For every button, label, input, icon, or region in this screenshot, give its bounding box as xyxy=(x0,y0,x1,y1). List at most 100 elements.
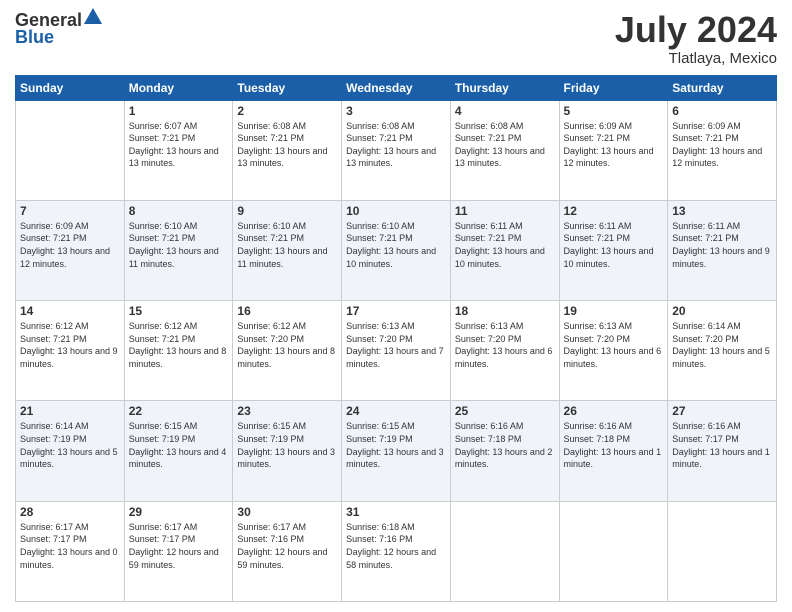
cell-info: Sunrise: 6:16 AMSunset: 7:17 PMDaylight:… xyxy=(672,420,772,470)
sunset-text: Sunset: 7:21 PM xyxy=(20,333,120,346)
sunset-text: Sunset: 7:21 PM xyxy=(129,333,229,346)
day-number: 16 xyxy=(237,304,337,318)
header: General Blue July 2024 Tlatlaya, Mexico xyxy=(15,10,777,67)
cell-info: Sunrise: 6:13 AMSunset: 7:20 PMDaylight:… xyxy=(455,320,555,370)
daylight-text: Daylight: 13 hours and 10 minutes. xyxy=(346,245,446,270)
cell-info: Sunrise: 6:11 AMSunset: 7:21 PMDaylight:… xyxy=(564,220,664,270)
sunset-text: Sunset: 7:19 PM xyxy=(129,433,229,446)
cell-info: Sunrise: 6:13 AMSunset: 7:20 PMDaylight:… xyxy=(346,320,446,370)
col-sunday: Sunday xyxy=(16,75,125,100)
cell-info: Sunrise: 6:09 AMSunset: 7:21 PMDaylight:… xyxy=(564,120,664,170)
cell-info: Sunrise: 6:12 AMSunset: 7:21 PMDaylight:… xyxy=(129,320,229,370)
table-row: 5Sunrise: 6:09 AMSunset: 7:21 PMDaylight… xyxy=(559,100,668,200)
sunrise-text: Sunrise: 6:10 AM xyxy=(129,220,229,233)
sunset-text: Sunset: 7:19 PM xyxy=(346,433,446,446)
sunrise-text: Sunrise: 6:16 AM xyxy=(455,420,555,433)
daylight-text: Daylight: 13 hours and 13 minutes. xyxy=(455,145,555,170)
sunrise-text: Sunrise: 6:08 AM xyxy=(346,120,446,133)
sunset-text: Sunset: 7:21 PM xyxy=(346,132,446,145)
sunrise-text: Sunrise: 6:15 AM xyxy=(237,420,337,433)
sunrise-text: Sunrise: 6:13 AM xyxy=(455,320,555,333)
daylight-text: Daylight: 13 hours and 6 minutes. xyxy=(455,345,555,370)
cell-info: Sunrise: 6:18 AMSunset: 7:16 PMDaylight:… xyxy=(346,521,446,571)
sunset-text: Sunset: 7:21 PM xyxy=(20,232,120,245)
cell-info: Sunrise: 6:16 AMSunset: 7:18 PMDaylight:… xyxy=(455,420,555,470)
calendar-page: General Blue July 2024 Tlatlaya, Mexico … xyxy=(0,0,792,612)
cell-info: Sunrise: 6:12 AMSunset: 7:21 PMDaylight:… xyxy=(20,320,120,370)
daylight-text: Daylight: 13 hours and 11 minutes. xyxy=(237,245,337,270)
daylight-text: Daylight: 13 hours and 13 minutes. xyxy=(346,145,446,170)
calendar-week-5: 28 Sunrise: 6:17 AMSunset: 7:17 PMDayligh… xyxy=(16,501,777,601)
daylight-text: Daylight: 13 hours and 3 minutes. xyxy=(346,446,446,471)
daylight-text: Daylight: 13 hours and 10 minutes. xyxy=(455,245,555,270)
daylight-text: Daylight: 13 hours and 1 minute. xyxy=(564,446,664,471)
table-row: 1Sunrise: 6:07 AMSunset: 7:21 PMDaylight… xyxy=(124,100,233,200)
cell-info: Sunrise: 6:15 AMSunset: 7:19 PMDaylight:… xyxy=(237,420,337,470)
day-number: 12 xyxy=(564,204,664,218)
sunrise-text: Sunrise: 6:08 AM xyxy=(455,120,555,133)
day-number: 6 xyxy=(672,104,772,118)
table-row: 12 Sunrise: 6:11 AMSunset: 7:21 PMDayligh… xyxy=(559,200,668,300)
cell-info: Sunrise: 6:11 AMSunset: 7:21 PMDaylight:… xyxy=(672,220,772,270)
cell-info: Sunrise: 6:09 AMSunset: 7:21 PMDaylight:… xyxy=(20,220,120,270)
month-title: July 2024 xyxy=(615,10,777,50)
cell-info: Sunrise: 6:11 AMSunset: 7:21 PMDaylight:… xyxy=(455,220,555,270)
logo-icon xyxy=(84,8,102,24)
sunset-text: Sunset: 7:21 PM xyxy=(672,232,772,245)
sunset-text: Sunset: 7:21 PM xyxy=(346,232,446,245)
daylight-text: Daylight: 13 hours and 10 minutes. xyxy=(564,245,664,270)
daylight-text: Daylight: 13 hours and 8 minutes. xyxy=(237,345,337,370)
logo: General Blue xyxy=(15,10,102,48)
day-number: 3 xyxy=(346,104,446,118)
daylight-text: Daylight: 13 hours and 8 minutes. xyxy=(129,345,229,370)
sunrise-text: Sunrise: 6:11 AM xyxy=(564,220,664,233)
table-row: 14 Sunrise: 6:12 AMSunset: 7:21 PMDayligh… xyxy=(16,301,125,401)
cell-info: Sunrise: 6:13 AMSunset: 7:20 PMDaylight:… xyxy=(564,320,664,370)
sunrise-text: Sunrise: 6:17 AM xyxy=(237,521,337,534)
daylight-text: Daylight: 13 hours and 5 minutes. xyxy=(672,345,772,370)
day-number: 18 xyxy=(455,304,555,318)
sunset-text: Sunset: 7:21 PM xyxy=(129,132,229,145)
sunrise-text: Sunrise: 6:12 AM xyxy=(20,320,120,333)
sunrise-text: Sunrise: 6:18 AM xyxy=(346,521,446,534)
day-number: 25 xyxy=(455,404,555,418)
day-number: 13 xyxy=(672,204,772,218)
day-number: 11 xyxy=(455,204,555,218)
day-number: 24 xyxy=(346,404,446,418)
day-number: 28 xyxy=(20,505,120,519)
table-row: 19Sunrise: 6:13 AMSunset: 7:20 PMDayligh… xyxy=(559,301,668,401)
sunset-text: Sunset: 7:16 PM xyxy=(237,533,337,546)
day-number: 1 xyxy=(129,104,229,118)
table-row: 26Sunrise: 6:16 AMSunset: 7:18 PMDayligh… xyxy=(559,401,668,501)
cell-info: Sunrise: 6:17 AMSunset: 7:17 PMDaylight:… xyxy=(129,521,229,571)
calendar-week-1: 1Sunrise: 6:07 AMSunset: 7:21 PMDaylight… xyxy=(16,100,777,200)
sunrise-text: Sunrise: 6:15 AM xyxy=(129,420,229,433)
sunset-text: Sunset: 7:19 PM xyxy=(237,433,337,446)
daylight-text: Daylight: 13 hours and 5 minutes. xyxy=(20,446,120,471)
sunrise-text: Sunrise: 6:16 AM xyxy=(564,420,664,433)
daylight-text: Daylight: 13 hours and 12 minutes. xyxy=(20,245,120,270)
cell-info: Sunrise: 6:08 AMSunset: 7:21 PMDaylight:… xyxy=(455,120,555,170)
day-number: 14 xyxy=(20,304,120,318)
sunrise-text: Sunrise: 6:10 AM xyxy=(346,220,446,233)
col-monday: Monday xyxy=(124,75,233,100)
daylight-text: Daylight: 13 hours and 3 minutes. xyxy=(237,446,337,471)
day-number: 30 xyxy=(237,505,337,519)
daylight-text: Daylight: 13 hours and 9 minutes. xyxy=(20,345,120,370)
sunrise-text: Sunrise: 6:11 AM xyxy=(455,220,555,233)
col-tuesday: Tuesday xyxy=(233,75,342,100)
daylight-text: Daylight: 13 hours and 12 minutes. xyxy=(672,145,772,170)
sunset-text: Sunset: 7:21 PM xyxy=(672,132,772,145)
table-row: 9 Sunrise: 6:10 AMSunset: 7:21 PMDaylight… xyxy=(233,200,342,300)
sunset-text: Sunset: 7:17 PM xyxy=(20,533,120,546)
title-area: July 2024 Tlatlaya, Mexico xyxy=(615,10,777,67)
cell-info: Sunrise: 6:09 AMSunset: 7:21 PMDaylight:… xyxy=(672,120,772,170)
cell-info: Sunrise: 6:16 AMSunset: 7:18 PMDaylight:… xyxy=(564,420,664,470)
cell-info: Sunrise: 6:10 AMSunset: 7:21 PMDaylight:… xyxy=(237,220,337,270)
daylight-text: Daylight: 13 hours and 13 minutes. xyxy=(129,145,229,170)
day-number: 9 xyxy=(237,204,337,218)
cell-info: Sunrise: 6:08 AMSunset: 7:21 PMDaylight:… xyxy=(346,120,446,170)
sunrise-text: Sunrise: 6:12 AM xyxy=(129,320,229,333)
col-friday: Friday xyxy=(559,75,668,100)
table-row: 18 Sunrise: 6:13 AMSunset: 7:20 PMDayligh… xyxy=(450,301,559,401)
